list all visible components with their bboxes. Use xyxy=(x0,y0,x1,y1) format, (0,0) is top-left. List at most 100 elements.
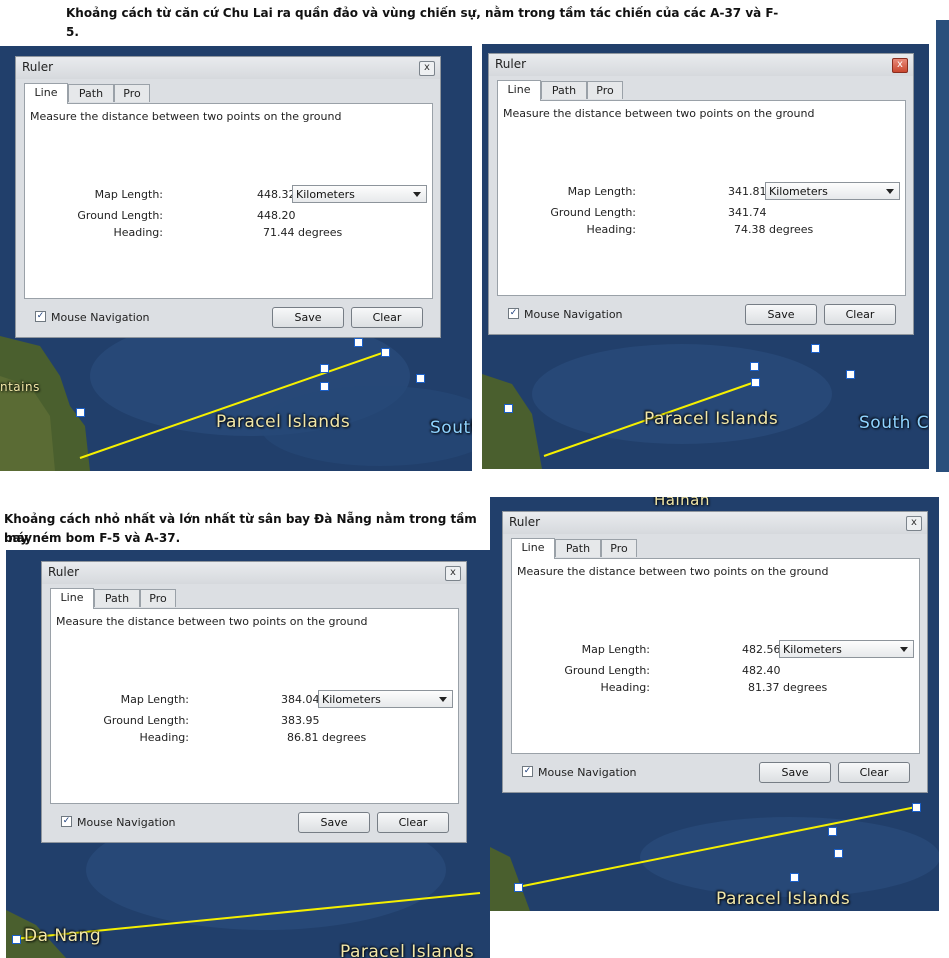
tab-path[interactable]: Path xyxy=(541,81,587,99)
island-marker xyxy=(514,883,523,892)
island-marker xyxy=(790,873,799,882)
ruler-panel: Measure the distance between two points … xyxy=(24,103,433,299)
ruler-title: Ruler xyxy=(495,57,527,71)
heading-label: Heading: xyxy=(113,226,163,239)
mouse-navigation-checkbox[interactable]: ✓ xyxy=(35,311,46,322)
save-button[interactable]: Save xyxy=(745,304,817,325)
map-label-paracel: Paracel Islands xyxy=(716,889,851,909)
tab-line[interactable]: Line xyxy=(50,588,94,609)
tab-path[interactable]: Path xyxy=(94,589,140,607)
island-marker xyxy=(354,338,363,347)
close-icon[interactable]: x xyxy=(892,58,908,73)
island-marker xyxy=(76,408,85,417)
tab-line[interactable]: Line xyxy=(24,83,68,104)
tab-pro[interactable]: Pro xyxy=(601,539,637,557)
ruler-description: Measure the distance between two points … xyxy=(503,107,815,120)
map-length-label: Map Length: xyxy=(567,185,636,198)
close-icon[interactable]: x xyxy=(419,61,435,76)
ruler-description: Measure the distance between two points … xyxy=(56,615,368,628)
ground-length-label: Ground Length: xyxy=(77,209,163,222)
ruler-titlebar[interactable]: Ruler x xyxy=(489,54,913,76)
close-icon[interactable]: x xyxy=(445,566,461,581)
island-marker xyxy=(834,849,843,858)
ruler-dialog-1: Ruler x Line Path Pro Measure the distan… xyxy=(15,56,441,338)
mouse-navigation-label: Mouse Navigation xyxy=(77,816,176,829)
ruler-panel: Measure the distance between two points … xyxy=(497,100,906,296)
tab-path[interactable]: Path xyxy=(555,539,601,557)
ruler-dialog-2: Ruler x Line Path Pro Measure the distan… xyxy=(488,53,914,335)
mouse-navigation-checkbox[interactable]: ✓ xyxy=(508,308,519,319)
map-edge-sliver xyxy=(936,20,949,472)
unit-dropdown-value: Kilometers xyxy=(769,185,828,198)
tab-line[interactable]: Line xyxy=(511,538,555,559)
chevron-down-icon xyxy=(900,647,908,652)
save-button[interactable]: Save xyxy=(298,812,370,833)
mouse-navigation-label: Mouse Navigation xyxy=(524,308,623,321)
clear-button[interactable]: Clear xyxy=(351,307,423,328)
mouse-navigation-checkbox[interactable]: ✓ xyxy=(61,816,72,827)
unit-dropdown[interactable]: Kilometers xyxy=(318,690,453,708)
heading-value: 71.44 degrees xyxy=(263,226,343,239)
map-label-hainan: Hainan xyxy=(654,497,710,509)
island-marker xyxy=(416,374,425,383)
ruler-description: Measure the distance between two points … xyxy=(30,110,342,123)
heading-label: Heading: xyxy=(139,731,189,744)
island-marker xyxy=(751,378,760,387)
unit-dropdown[interactable]: Kilometers xyxy=(765,182,900,200)
ground-length-label: Ground Length: xyxy=(550,206,636,219)
chevron-down-icon xyxy=(413,192,421,197)
unit-dropdown-value: Kilometers xyxy=(322,693,381,706)
unit-dropdown-value: Kilometers xyxy=(783,643,842,656)
map-label-south-c: South C xyxy=(859,413,929,433)
tab-pro[interactable]: Pro xyxy=(114,84,150,102)
ruler-titlebar[interactable]: Ruler x xyxy=(16,57,440,79)
save-button[interactable]: Save xyxy=(759,762,831,783)
island-marker xyxy=(12,935,21,944)
island-marker xyxy=(828,827,837,836)
ruler-title: Ruler xyxy=(22,60,54,74)
ruler-title: Ruler xyxy=(48,565,80,579)
map-length-value: 448.32 xyxy=(257,188,296,201)
tab-line[interactable]: Line xyxy=(497,80,541,101)
island-marker xyxy=(846,370,855,379)
ruler-dialog-3: Ruler x Line Path Pro Measure the distan… xyxy=(41,561,467,843)
island-marker xyxy=(381,348,390,357)
ruler-title: Ruler xyxy=(509,515,541,529)
ground-length-label: Ground Length: xyxy=(103,714,189,727)
clear-button[interactable]: Clear xyxy=(824,304,896,325)
white-patch xyxy=(602,911,949,958)
ruler-titlebar[interactable]: Ruler x xyxy=(42,562,466,584)
clear-button[interactable]: Clear xyxy=(838,762,910,783)
map-length-label: Map Length: xyxy=(581,643,650,656)
save-button[interactable]: Save xyxy=(272,307,344,328)
clear-button[interactable]: Clear xyxy=(377,812,449,833)
map-label-mountains: ntains xyxy=(0,380,40,394)
island-marker xyxy=(320,382,329,391)
heading-label: Heading: xyxy=(600,681,650,694)
chevron-down-icon xyxy=(886,189,894,194)
heading-value: 86.81 degrees xyxy=(287,731,367,744)
caption-bottom-line2: bay ném bom F-5 và A-37. xyxy=(4,531,181,545)
tab-pro[interactable]: Pro xyxy=(587,81,623,99)
ruler-panel: Measure the distance between two points … xyxy=(511,558,920,754)
ground-length-label: Ground Length: xyxy=(564,664,650,677)
heading-label: Heading: xyxy=(586,223,636,236)
ground-length-value: 341.74 xyxy=(728,206,767,219)
caption-top: Khoảng cách từ căn cứ Chu Lai ra quần đả… xyxy=(66,6,779,39)
map-label-paracel: Paracel Islands xyxy=(340,942,475,958)
island-marker xyxy=(504,404,513,413)
ruler-titlebar[interactable]: Ruler x xyxy=(503,512,927,534)
unit-dropdown[interactable]: Kilometers xyxy=(292,185,427,203)
tab-path[interactable]: Path xyxy=(68,84,114,102)
ground-length-value: 383.95 xyxy=(281,714,320,727)
map-length-label: Map Length: xyxy=(120,693,189,706)
island-marker xyxy=(912,803,921,812)
tab-pro[interactable]: Pro xyxy=(140,589,176,607)
ground-length-value: 448.20 xyxy=(257,209,296,222)
unit-dropdown[interactable]: Kilometers xyxy=(779,640,914,658)
map-length-value: 341.81 xyxy=(728,185,767,198)
close-icon[interactable]: x xyxy=(906,516,922,531)
mouse-navigation-checkbox[interactable]: ✓ xyxy=(522,766,533,777)
island-marker xyxy=(320,364,329,373)
map-length-value: 482.56 xyxy=(742,643,781,656)
